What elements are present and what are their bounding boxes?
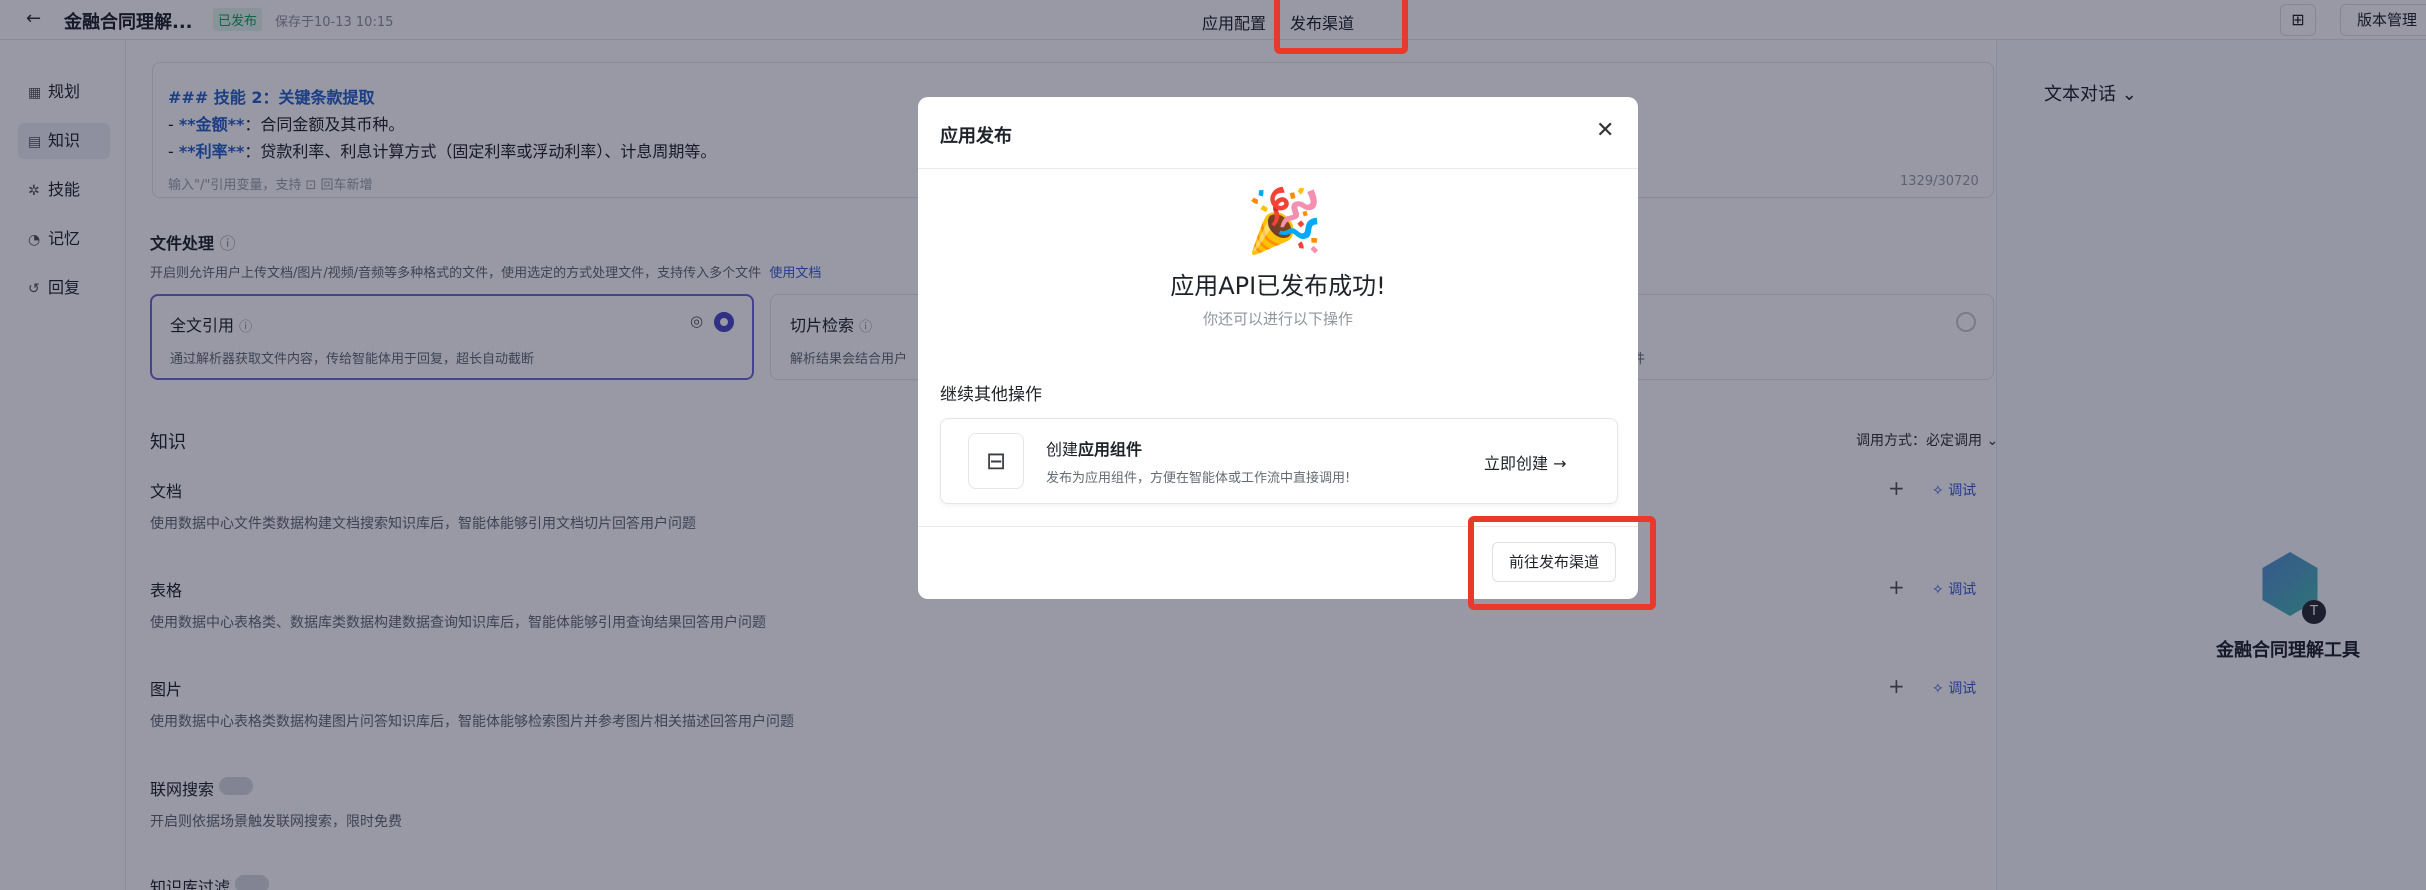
modal-title: 应用发布 [940,126,1012,147]
highlight-box [1468,516,1656,610]
divider [918,168,1638,169]
component-icon: ⊟ [968,433,1024,489]
component-title: 创建应用组件 [1046,440,1143,459]
component-desc: 发布为应用组件，方便在智能体或工作流中直接调用! [1046,471,1351,486]
close-icon[interactable]: ✕ [1596,118,1614,143]
success-subtitle: 你还可以进行以下操作 [1202,310,1353,328]
success-message: 应用API已发布成功! [1170,272,1386,300]
highlight-box [1274,0,1408,54]
continue-title: 继续其他操作 [940,385,1042,405]
create-now-link[interactable]: 立即创建 → [1484,450,1567,474]
party-popper-icon: 🎉 [1246,184,1324,257]
